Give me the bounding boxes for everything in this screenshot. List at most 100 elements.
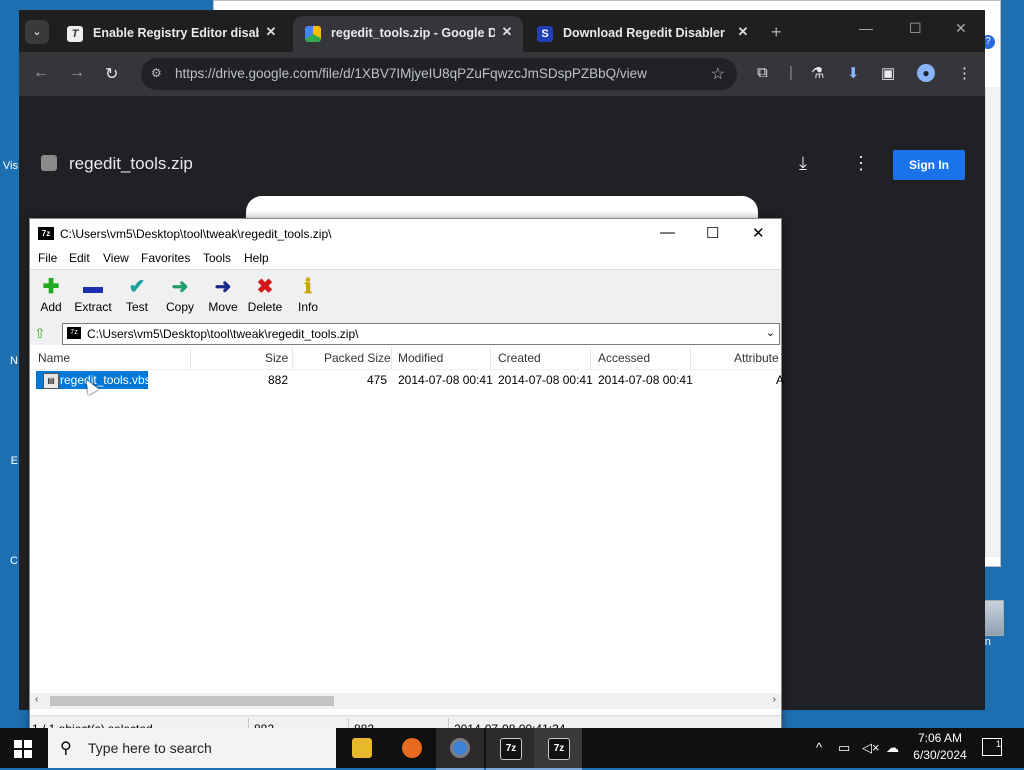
volume-muted-icon[interactable]: ◁× xyxy=(862,740,880,756)
column-divider[interactable] xyxy=(590,347,591,369)
tab-close-icon[interactable]: ✕ xyxy=(499,24,515,40)
background-scrollbar[interactable] xyxy=(985,87,1000,557)
download-icon[interactable]: ⤓ xyxy=(799,153,807,174)
tab-search-button[interactable]: ⌄ xyxy=(25,20,49,44)
sign-in-button[interactable]: Sign In xyxy=(893,150,965,180)
side-panel-icon[interactable]: ▣ xyxy=(881,64,895,82)
delete-icon: ✖ xyxy=(256,276,274,298)
button-label: Copy xyxy=(165,300,194,314)
close-icon[interactable]: ✕ xyxy=(955,20,967,37)
chrome-taskbar-button[interactable] xyxy=(436,728,484,770)
address-bar[interactable]: ⚙ https://drive.google.com/file/d/1XBV7I… xyxy=(141,58,737,90)
tab-strip: ⌄ T Enable Registry Editor disable ✕ reg… xyxy=(19,10,985,52)
downloads-icon[interactable]: ⬇ xyxy=(847,64,860,82)
menu-view[interactable]: View xyxy=(103,251,129,265)
site-settings-icon[interactable]: ⚙ xyxy=(151,66,167,82)
column-attributes[interactable]: Attribute xyxy=(734,351,779,365)
menu-kebab-icon[interactable]: ⋮ xyxy=(957,64,972,82)
chevron-up-icon[interactable]: ^ xyxy=(816,740,822,755)
7zip-title-bar[interactable]: 7z C:\Users\vm5\Desktop\tool\tweak\reged… xyxy=(30,219,781,249)
desktop-icon-label[interactable]: N xyxy=(0,355,18,367)
scroll-right-icon[interactable]: › xyxy=(773,694,776,705)
more-options-icon[interactable]: ⋮ xyxy=(852,153,870,174)
7zip-active-taskbar-button[interactable]: 7z xyxy=(534,728,582,770)
profile-avatar-icon[interactable]: ● xyxy=(917,64,935,82)
desktop-icon-label[interactable]: Vis xyxy=(0,160,18,172)
onedrive-icon[interactable]: ☁ xyxy=(886,740,899,756)
info-button[interactable]: ℹ Info xyxy=(287,274,329,318)
reload-icon[interactable]: ↻ xyxy=(105,64,118,84)
column-name[interactable]: Name xyxy=(38,351,70,365)
notification-center-icon[interactable]: 1 xyxy=(982,738,1002,756)
column-divider[interactable] xyxy=(690,347,691,369)
forward-icon[interactable]: → xyxy=(69,64,85,82)
back-icon[interactable]: ← xyxy=(33,64,49,82)
tab-google-drive[interactable]: regedit_tools.zip - Google Dri ✕ xyxy=(293,16,523,52)
tab-enable-registry[interactable]: T Enable Registry Editor disable ✕ xyxy=(55,16,291,52)
7zip-app-icon: 7z xyxy=(38,227,54,240)
menu-edit[interactable]: Edit xyxy=(69,251,90,265)
menu-tools[interactable]: Tools xyxy=(203,251,231,265)
tab-download-regedit[interactable]: S Download Regedit Disabler ✕ xyxy=(525,16,761,52)
column-modified[interactable]: Modified xyxy=(398,351,443,365)
cell-accessed: 2014-07-08 00:41 xyxy=(598,373,693,387)
scroll-left-icon[interactable]: ‹ xyxy=(35,694,38,705)
labs-flask-icon[interactable]: ⚗ xyxy=(811,64,824,82)
chevron-down-icon[interactable]: ⌄ xyxy=(766,326,775,339)
button-label: Delete xyxy=(247,300,283,314)
maximize-icon[interactable]: ☐ xyxy=(909,20,922,37)
windows-start-icon[interactable] xyxy=(14,740,32,758)
cell-size: 882 xyxy=(268,373,289,387)
test-icon: ✔ xyxy=(128,276,146,298)
tab-close-icon[interactable]: ✕ xyxy=(735,24,751,40)
button-label: Add xyxy=(40,300,62,314)
table-row[interactable]: ▤ regedit_tools.vbs 882 475 2014-07-08 0… xyxy=(30,371,784,389)
system-clock[interactable]: 7:06 AM 6/30/2024 xyxy=(908,731,972,762)
scroll-thumb[interactable] xyxy=(50,696,334,706)
7zip-taskbar-button[interactable]: 7z xyxy=(486,728,534,770)
bookmark-star-icon[interactable]: ☆ xyxy=(711,64,725,84)
column-packed-size[interactable]: Packed Size xyxy=(324,351,391,365)
column-divider[interactable] xyxy=(391,347,392,369)
cell-created: 2014-07-08 00:41 xyxy=(498,373,593,387)
taskbar: ⚲ Type here to search 7z 7z ^ ▭ ◁× ☁ 7:0… xyxy=(0,728,1024,770)
column-size[interactable]: Size xyxy=(265,351,288,365)
menu-help[interactable]: Help xyxy=(244,251,269,265)
new-tab-button[interactable]: + xyxy=(771,22,782,43)
chrome-icon xyxy=(450,738,470,758)
path-combobox[interactable]: 7z C:\Users\vm5\Desktop\tool\tweak\reged… xyxy=(62,323,780,345)
firefox-taskbar-button[interactable] xyxy=(388,728,436,768)
taskbar-search-box[interactable]: ⚲ Type here to search xyxy=(48,728,336,768)
7zip-toolbar: ✚ Add ▬ Extract ✔ Test ➜ Copy ➜ Move ✖ D… xyxy=(30,269,781,323)
copy-button[interactable]: ➜ Copy xyxy=(159,274,201,318)
maximize-icon[interactable]: ☐ xyxy=(706,224,719,242)
column-divider[interactable] xyxy=(490,347,491,369)
up-folder-icon[interactable]: ⇧ xyxy=(34,325,52,341)
column-divider[interactable] xyxy=(190,347,191,369)
minimize-icon[interactable]: — xyxy=(859,20,873,36)
copy-icon: ➜ xyxy=(171,276,189,298)
column-created[interactable]: Created xyxy=(498,351,541,365)
add-button[interactable]: ✚ Add xyxy=(30,274,72,318)
file-name: regedit_tools.vbs xyxy=(60,373,151,387)
close-icon[interactable]: ✕ xyxy=(752,224,765,242)
menu-file[interactable]: File xyxy=(38,251,57,265)
delete-button[interactable]: ✖ Delete xyxy=(244,274,286,318)
test-button[interactable]: ✔ Test xyxy=(116,274,158,318)
column-accessed[interactable]: Accessed xyxy=(598,351,650,365)
drive-viewer-header: regedit_tools.zip ⤓ ⋮ Sign In xyxy=(19,131,985,191)
extract-button[interactable]: ▬ Extract xyxy=(72,274,114,318)
move-button[interactable]: ➜ Move xyxy=(202,274,244,318)
horizontal-scrollbar[interactable]: ‹ › xyxy=(30,693,781,709)
7zip-window: 7z C:\Users\vm5\Desktop\tool\tweak\reged… xyxy=(29,218,784,740)
desktop-icon-label[interactable]: C xyxy=(0,555,18,567)
archive-icon: 7z xyxy=(67,327,81,339)
network-icon[interactable]: ▭ xyxy=(838,740,850,756)
column-divider[interactable] xyxy=(292,347,293,369)
desktop-icon-label[interactable]: E xyxy=(0,455,18,467)
extensions-icon[interactable]: ⧉ xyxy=(757,64,768,81)
menu-favorites[interactable]: Favorites xyxy=(141,251,190,265)
tab-close-icon[interactable]: ✕ xyxy=(263,24,279,40)
file-explorer-taskbar-button[interactable] xyxy=(338,728,386,768)
minimize-icon[interactable]: — xyxy=(660,224,675,241)
